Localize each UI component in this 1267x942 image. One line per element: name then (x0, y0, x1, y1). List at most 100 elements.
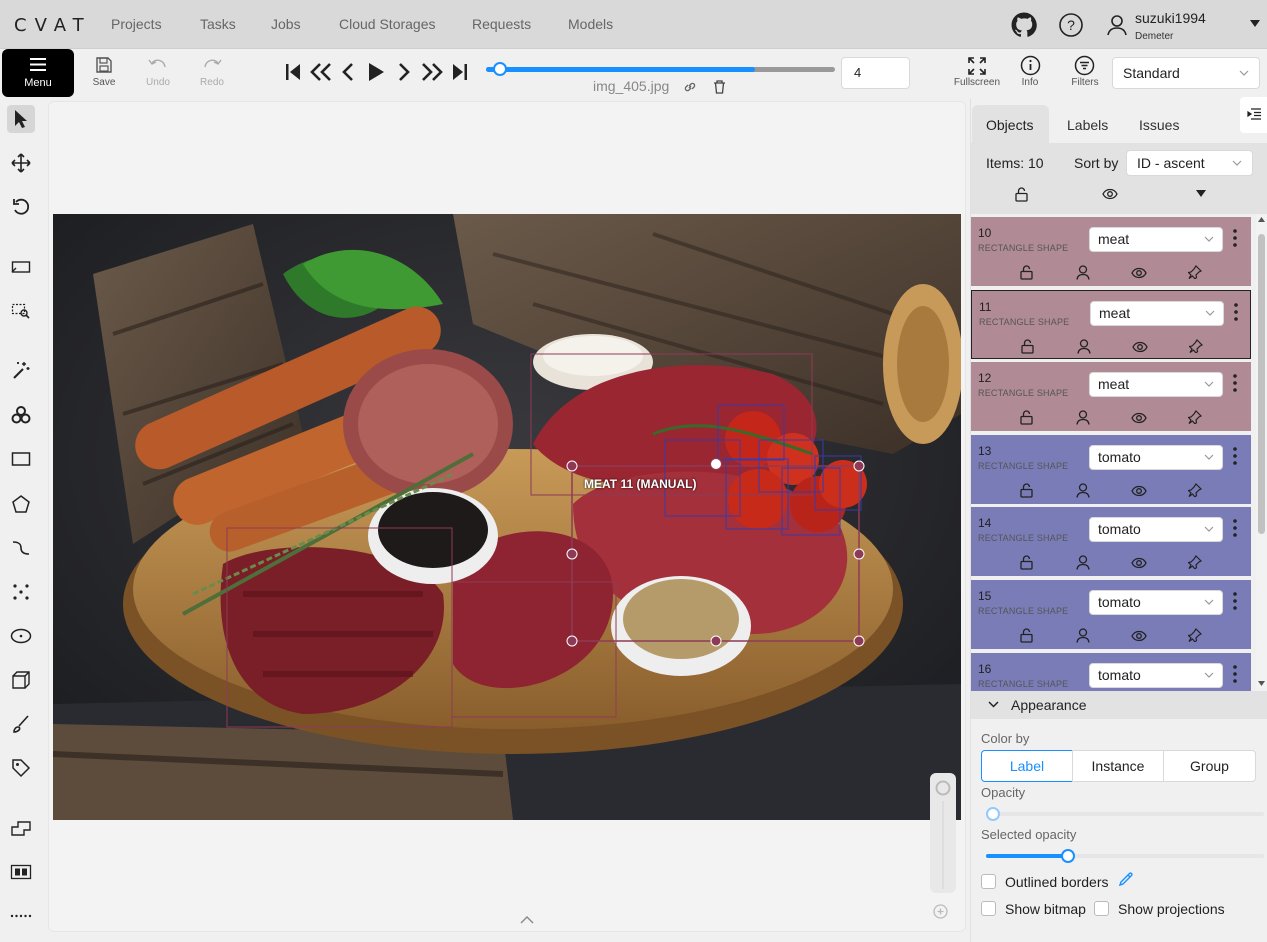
tag-tool[interactable] (7, 754, 35, 782)
pin-icon[interactable] (1188, 555, 1202, 570)
fit-image-tool[interactable] (7, 253, 35, 281)
user-icon[interactable] (1106, 14, 1128, 36)
object-card-10[interactable]: 10 RECTANGLE SHAPE meat (971, 217, 1251, 286)
color-by-instance-option[interactable]: Instance (1072, 750, 1164, 782)
user-icon[interactable] (1077, 338, 1091, 354)
object-label-select[interactable]: tomato (1089, 444, 1223, 470)
fast-forward-icon[interactable] (420, 62, 444, 82)
object-label-select[interactable]: meat (1089, 227, 1223, 252)
pin-icon[interactable] (1188, 265, 1202, 279)
rotation-handle[interactable] (710, 458, 722, 470)
zoom-region-tool[interactable] (7, 297, 35, 325)
resize-handle[interactable] (853, 548, 865, 560)
info-button[interactable]: Info (1012, 77, 1048, 88)
object-label-select[interactable]: tomato (1089, 590, 1223, 615)
object-menu-icon[interactable] (1233, 664, 1237, 683)
copy-link-icon[interactable] (683, 80, 697, 94)
show-projections-checkbox[interactable] (1094, 901, 1109, 916)
appearance-header[interactable]: Appearance (971, 691, 1267, 719)
next-frame-icon[interactable] (396, 62, 412, 82)
previous-frame-icon[interactable] (340, 62, 356, 82)
merge-tool[interactable] (7, 814, 35, 842)
object-card-12[interactable]: 12 RECTANGLE SHAPE meat (971, 362, 1251, 432)
ellipse-tool[interactable] (7, 622, 35, 650)
object-label-select[interactable]: tomato (1089, 517, 1223, 543)
nav-tasks[interactable]: Tasks (200, 16, 236, 32)
object-card-16[interactable]: 16 RECTANGLE SHAPE tomato (971, 652, 1251, 691)
scroll-up-icon[interactable] (1258, 217, 1265, 222)
user-name[interactable]: suzuki1994 (1135, 10, 1206, 26)
lock-icon[interactable] (1020, 628, 1033, 643)
eye-icon[interactable] (1131, 630, 1147, 642)
expand-all-icon[interactable] (1196, 190, 1206, 197)
resize-handle[interactable] (566, 460, 578, 472)
frame-slider[interactable] (486, 62, 835, 76)
lock-all-icon[interactable] (1015, 187, 1028, 202)
group-tool[interactable] (7, 858, 35, 886)
nav-requests[interactable]: Requests (472, 16, 531, 32)
eye-icon[interactable] (1132, 341, 1148, 353)
object-menu-icon[interactable] (1233, 446, 1237, 465)
move-tool[interactable] (7, 149, 35, 177)
user-icon[interactable] (1076, 410, 1090, 425)
pin-icon[interactable] (1188, 628, 1202, 642)
opacity-slider-handle[interactable] (986, 807, 1000, 821)
object-label-select[interactable]: tomato (1089, 662, 1223, 688)
zoom-slider[interactable] (930, 773, 956, 893)
user-icon[interactable] (1076, 555, 1090, 571)
show-all-icon[interactable] (1102, 188, 1118, 200)
menu-button[interactable]: Menu (2, 49, 74, 97)
brush-tool[interactable] (7, 710, 35, 738)
resize-handle[interactable] (853, 460, 865, 472)
save-icon[interactable] (95, 56, 113, 74)
user-icon[interactable] (1076, 628, 1090, 643)
meat-box-10[interactable] (530, 353, 813, 496)
eye-icon[interactable] (1131, 267, 1147, 279)
scroll-thumb[interactable] (1258, 234, 1265, 534)
object-label-select[interactable]: meat (1089, 372, 1223, 398)
ai-tools-tool[interactable] (7, 401, 35, 429)
outlined-borders-checkbox[interactable] (981, 874, 996, 889)
polyline-tool[interactable] (7, 534, 35, 562)
objects-scrollbar[interactable] (1256, 214, 1267, 691)
fast-backward-icon[interactable] (309, 62, 333, 82)
collapse-sidebar-button[interactable] (1240, 97, 1267, 133)
points-tool[interactable] (7, 578, 35, 606)
polygon-tool[interactable] (7, 490, 35, 518)
cursor-tool[interactable] (7, 105, 35, 133)
pin-icon[interactable] (1188, 482, 1202, 497)
opacity-slider[interactable] (986, 812, 1264, 816)
undo-icon[interactable] (148, 57, 168, 73)
eye-icon[interactable] (1131, 557, 1147, 569)
filters-button[interactable]: Filters (1066, 77, 1104, 88)
object-menu-icon[interactable] (1233, 592, 1237, 610)
frame-number-input[interactable]: 4 (841, 57, 910, 89)
tomato-box-d[interactable] (725, 458, 789, 530)
object-label-select[interactable]: meat (1090, 300, 1224, 326)
selected-opacity-slider-handle[interactable] (1061, 849, 1075, 863)
object-menu-icon[interactable] (1234, 302, 1238, 321)
workspace-select[interactable]: Standard (1112, 57, 1260, 89)
undo-button[interactable]: Undo (140, 77, 176, 88)
color-by-group-option[interactable]: Group (1163, 750, 1256, 782)
object-card-11[interactable]: 11 RECTANGLE SHAPE meat (971, 289, 1251, 359)
last-frame-icon[interactable] (451, 62, 469, 82)
nav-projects[interactable]: Projects (111, 16, 162, 32)
help-icon[interactable]: ? (1058, 12, 1084, 38)
more-tools-tool[interactable] (7, 902, 35, 930)
tomato-box-e[interactable] (781, 467, 841, 536)
lock-icon[interactable] (1020, 265, 1033, 280)
frame-slider-handle[interactable] (493, 62, 507, 76)
lock-icon[interactable] (1020, 555, 1033, 571)
annotation-image[interactable] (53, 214, 961, 820)
color-picker-icon[interactable] (1118, 872, 1133, 887)
rectangle-tool[interactable] (7, 445, 35, 473)
object-menu-icon[interactable] (1233, 374, 1237, 392)
nav-cloud-storages[interactable]: Cloud Storages (339, 16, 436, 32)
object-menu-icon[interactable] (1233, 229, 1237, 247)
nav-models[interactable]: Models (568, 16, 613, 32)
lock-icon[interactable] (1020, 410, 1033, 425)
resize-handle[interactable] (566, 548, 578, 560)
object-card-14[interactable]: 14 RECTANGLE SHAPE tomato (971, 507, 1251, 577)
resize-handle[interactable] (853, 635, 865, 647)
